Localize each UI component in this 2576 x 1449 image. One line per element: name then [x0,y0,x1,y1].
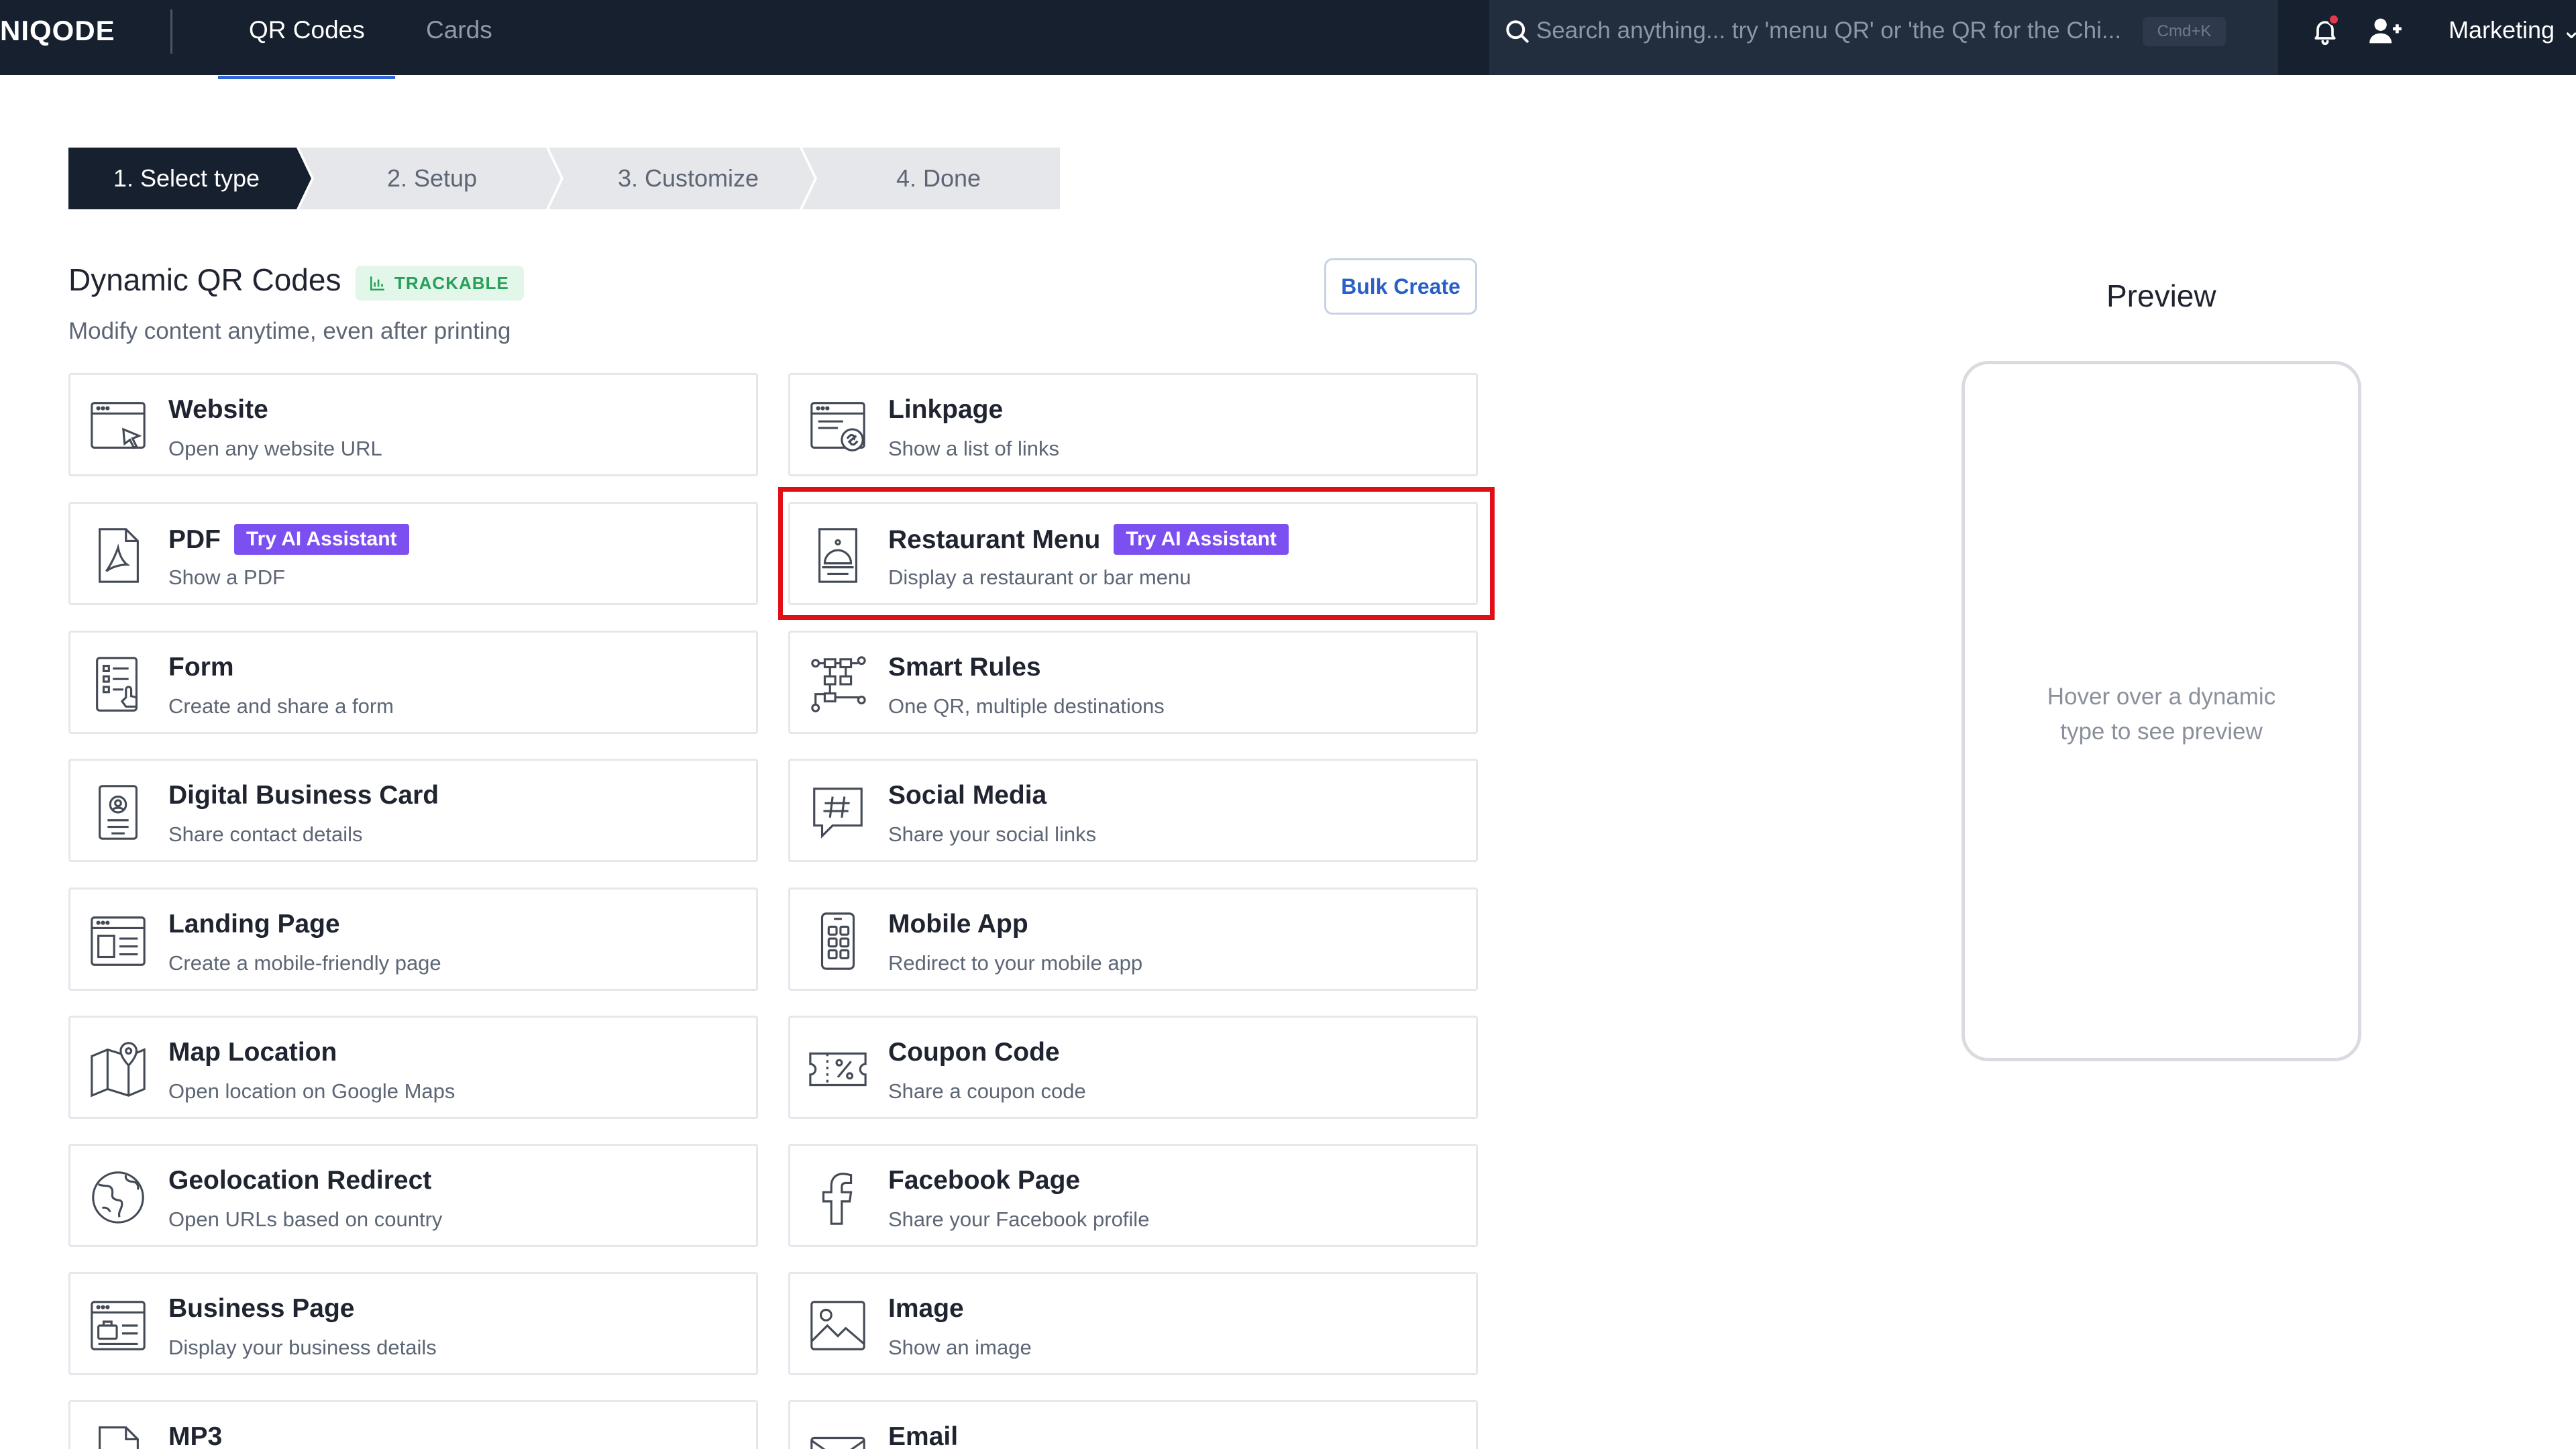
type-card-smart-rules[interactable]: Smart Rules One QR, multiple destination… [788,631,1478,734]
step-done[interactable]: 4. Done [817,148,1060,209]
type-card-facebook-page[interactable]: Facebook Page Share your Facebook profil… [788,1144,1478,1247]
nav-divider [170,9,172,54]
contact-card-icon [99,785,138,840]
type-card-digital-business-card[interactable]: Digital Business Card Share contact deta… [68,759,758,862]
search-icon [1506,20,1529,43]
chart-icon [370,276,384,291]
card-desc: Share contact details [168,822,363,846]
browser-link-icon [810,402,865,451]
card-desc: One QR, multiple destinations [888,694,1165,718]
app-logo[interactable]: NIQODE [0,15,115,47]
map-pin-icon [91,1042,146,1097]
flow-icon [811,656,866,712]
card-desc: Share your Facebook profile [888,1208,1150,1231]
type-card-business-page[interactable]: Business Page Display your business deta… [68,1272,758,1375]
preview-placeholder-line-2: type to see preview [2060,718,2263,745]
card-title: MP3 [168,1422,223,1449]
type-card-social-media[interactable]: Social Media Share your social links [788,759,1478,862]
landing-page-icon [91,916,146,966]
card-title: Website [168,395,268,424]
coupon-icon [809,1052,867,1087]
active-tab-indicator [218,76,395,79]
card-desc: Show an image [888,1336,1032,1359]
card-title: PDF Try AI Assistant [168,524,409,555]
preview-placeholder-line-1: Hover over a dynamic [2047,684,2276,710]
pdf-file-icon [99,528,139,583]
browser-cursor-icon [91,402,146,449]
section-title: Dynamic QR Codes [68,262,341,297]
trackable-badge: TRACKABLE [356,266,524,301]
ai-assistant-badge[interactable]: Try AI Assistant [234,524,409,555]
card-title: Geolocation Redirect [168,1166,432,1195]
card-title: Email [888,1422,959,1449]
invite-user-icon[interactable] [2368,16,2403,46]
audio-file-icon [99,1426,139,1449]
type-card-mobile-app[interactable]: Mobile App Redirect to your mobile app [788,888,1478,991]
card-desc: Display your business details [168,1336,437,1359]
step-setup[interactable]: 2. Setup [314,148,550,209]
type-card-mp3[interactable]: MP3 [68,1400,758,1449]
search-shortcut-hint: Cmd+K [2143,17,2226,46]
type-card-geolocation-redirect[interactable]: Geolocation Redirect Open URLs based on … [68,1144,758,1247]
type-card-pdf[interactable]: PDF Try AI Assistant Show a PDF [68,502,758,605]
notification-dot [2328,13,2340,25]
tab-qr-codes[interactable]: QR Codes [249,16,365,44]
card-desc: Open any website URL [168,437,382,460]
card-desc: Share a coupon code [888,1079,1086,1103]
image-icon [810,1301,865,1350]
type-card-image[interactable]: Image Show an image [788,1272,1478,1375]
card-title: Smart Rules [888,653,1041,682]
mobile-app-icon [820,912,855,970]
card-title: Image [888,1294,964,1323]
card-title: Digital Business Card [168,781,439,810]
type-card-website[interactable]: Website Open any website URL [68,373,758,476]
card-title: Linkpage [888,395,1004,424]
form-icon [96,657,138,712]
business-page-icon [91,1301,146,1350]
globe-icon [92,1171,144,1224]
section-subtitle: Modify content anytime, even after print… [68,318,511,344]
chevron-down-icon: ⌄ [2561,16,2576,44]
card-title: Map Location [168,1038,337,1067]
card-desc: Create a mobile-friendly page [168,951,441,975]
trackable-label: TRACKABLE [394,273,509,293]
card-title-text: PDF [168,525,221,554]
preview-placeholder: Hover over a dynamic type to see preview [1965,680,2358,749]
card-title: Landing Page [168,910,340,938]
card-title: Business Page [168,1294,355,1323]
card-title: Mobile App [888,910,1028,938]
card-desc: Redirect to your mobile app [888,951,1143,975]
step-select-type[interactable]: 1. Select type [68,148,305,209]
type-card-coupon-code[interactable]: Coupon Code Share a coupon code [788,1016,1478,1119]
card-desc: Share your social links [888,822,1097,846]
workspace-name: Marketing [2449,16,2555,44]
card-title: Coupon Code [888,1038,1060,1067]
hashtag-icon [813,788,863,839]
search-input[interactable]: Search anything... try 'menu QR' or 'the… [1536,17,2121,44]
preview-title: Preview [2106,278,2216,313]
card-title: Social Media [888,781,1047,810]
card-title: Form [168,653,234,682]
type-card-form[interactable]: Form Create and share a form [68,631,758,734]
card-desc: Show a list of links [888,437,1059,460]
tab-cards[interactable]: Cards [426,16,492,44]
card-desc: Create and share a form [168,694,394,718]
global-search[interactable]: Search anything... try 'menu QR' or 'the… [1489,0,2278,75]
type-card-linkpage[interactable]: Linkpage Show a list of links [788,373,1478,476]
bulk-create-button[interactable]: Bulk Create [1324,258,1477,315]
type-card-map-location[interactable]: Map Location Open location on Google Map… [68,1016,758,1119]
card-desc: Open location on Google Maps [168,1079,455,1103]
card-desc: Open URLs based on country [168,1208,443,1231]
type-card-email[interactable]: Email [788,1400,1478,1449]
card-desc: Show a PDF [168,566,286,589]
type-card-landing-page[interactable]: Landing Page Create a mobile-friendly pa… [68,888,758,991]
card-title: Facebook Page [888,1166,1081,1195]
envelope-icon [810,1436,865,1449]
top-nav: NIQODE QR Codes Cards Search anything...… [0,0,2576,75]
highlight-box [778,487,1495,620]
phone-preview-frame: Hover over a dynamic type to see preview [1962,361,2361,1061]
workspace-selector[interactable]: Marketing ⌄ [2449,16,2576,44]
step-customize[interactable]: 3. Customize [564,148,813,209]
facebook-icon [822,1173,853,1225]
